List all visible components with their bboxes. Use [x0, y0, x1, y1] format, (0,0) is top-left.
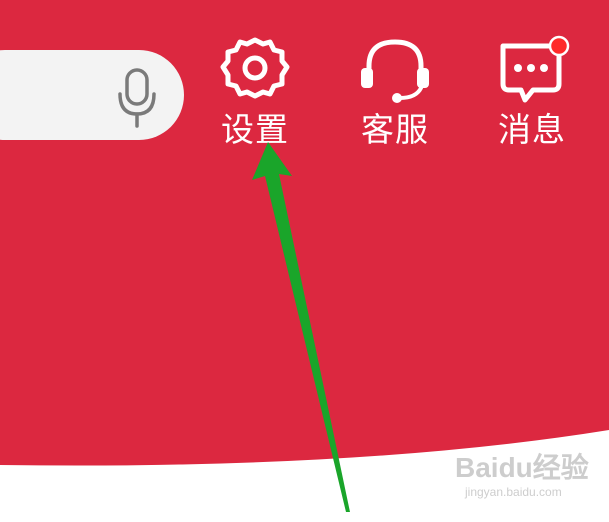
messages-button[interactable]: 消息 [486, 34, 578, 154]
search-bar[interactable] [0, 50, 184, 140]
customer-service-button[interactable]: 客服 [349, 34, 441, 154]
gear-icon [220, 37, 290, 99]
customer-service-label: 客服 [361, 110, 429, 149]
watermark-brand: Baidu经验 [455, 452, 589, 483]
watermark: Baidu经验 jingyan.baidu.com [455, 452, 595, 512]
watermark-url: jingyan.baidu.com [465, 485, 562, 499]
messages-label: 消息 [498, 110, 566, 149]
settings-label: 设置 [221, 110, 289, 149]
settings-button[interactable]: 设置 [209, 34, 301, 154]
headset-icon [361, 39, 429, 103]
screen: 设置 客服 消息 Baidu经验 jingyan.baidu.com [0, 0, 609, 522]
notification-badge [548, 35, 570, 57]
microphone-icon[interactable] [116, 68, 158, 128]
chat-bubble-icon [500, 35, 570, 103]
